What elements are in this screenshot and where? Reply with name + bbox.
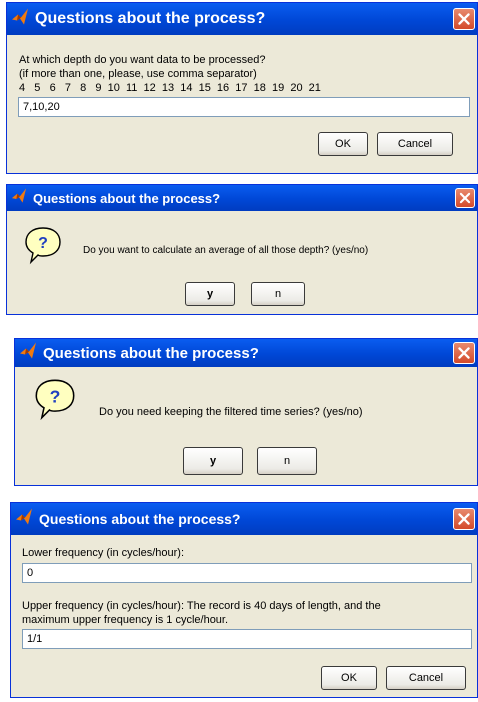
- dialog-average-question: Questions about the process? ? Do you wa…: [6, 184, 478, 315]
- lower-frequency-input[interactable]: [22, 563, 472, 583]
- lower-frequency-label: Lower frequency (in cycles/hour):: [22, 547, 185, 559]
- titlebar[interactable]: Questions about the process?: [11, 503, 477, 535]
- matlab-icon: [15, 508, 33, 531]
- upper-frequency-label-line-1: Upper frequency (in cycles/hour): The re…: [22, 600, 381, 612]
- dialog-filtered-series-question: Questions about the process? ? Do you ne…: [14, 338, 478, 486]
- close-button[interactable]: [455, 188, 475, 208]
- close-icon: [458, 13, 470, 25]
- close-button[interactable]: [453, 342, 475, 364]
- yes-button[interactable]: y: [185, 282, 235, 306]
- window-title: Questions about the process?: [39, 511, 241, 527]
- upper-frequency-input[interactable]: [22, 629, 472, 649]
- dialog-frequency-input: Questions about the process? Lower frequ…: [10, 502, 478, 698]
- prompt-line-2: (if more than one, please, use comma sep…: [19, 68, 257, 80]
- window-title: Questions about the process?: [35, 10, 266, 27]
- close-icon: [459, 192, 471, 204]
- depth-input[interactable]: [18, 97, 470, 117]
- matlab-icon: [11, 8, 29, 31]
- close-icon: [458, 347, 470, 359]
- close-button[interactable]: [453, 508, 475, 530]
- matlab-icon: [19, 342, 37, 365]
- upper-frequency-label-line-2: maximum upper frequency is 1 cycle/hour.: [22, 614, 229, 626]
- svg-text:?: ?: [50, 386, 61, 406]
- window-title: Questions about the process?: [43, 344, 259, 362]
- cancel-button[interactable]: Cancel: [386, 666, 466, 690]
- titlebar[interactable]: Questions about the process?: [7, 185, 477, 211]
- ok-button[interactable]: OK: [318, 132, 368, 156]
- question-text: Do you want to calculate an average of a…: [83, 245, 369, 256]
- prompt-line-1: At which depth do you want data to be pr…: [19, 54, 266, 66]
- no-button[interactable]: n: [257, 447, 317, 475]
- question-bubble-icon: ?: [23, 225, 63, 270]
- matlab-icon: [11, 188, 27, 209]
- cancel-button[interactable]: Cancel: [377, 132, 453, 156]
- dialog-depth-selection: Questions about the process? At which de…: [6, 2, 478, 174]
- no-button[interactable]: n: [251, 282, 305, 306]
- question-text: Do you need keeping the filtered time se…: [99, 406, 363, 418]
- close-button[interactable]: [453, 8, 475, 30]
- titlebar[interactable]: Questions about the process?: [7, 3, 477, 35]
- close-icon: [458, 513, 470, 525]
- window-title: Questions about the process?: [33, 190, 221, 206]
- yes-button[interactable]: y: [183, 447, 243, 475]
- ok-button[interactable]: OK: [321, 666, 377, 690]
- titlebar[interactable]: Questions about the process?: [15, 339, 477, 367]
- svg-text:?: ?: [38, 235, 48, 252]
- question-bubble-icon: ?: [33, 377, 77, 426]
- depth-options: 4 5 6 7 8 9 10 11 12 13 14 15 16 17 18 1…: [19, 82, 321, 94]
